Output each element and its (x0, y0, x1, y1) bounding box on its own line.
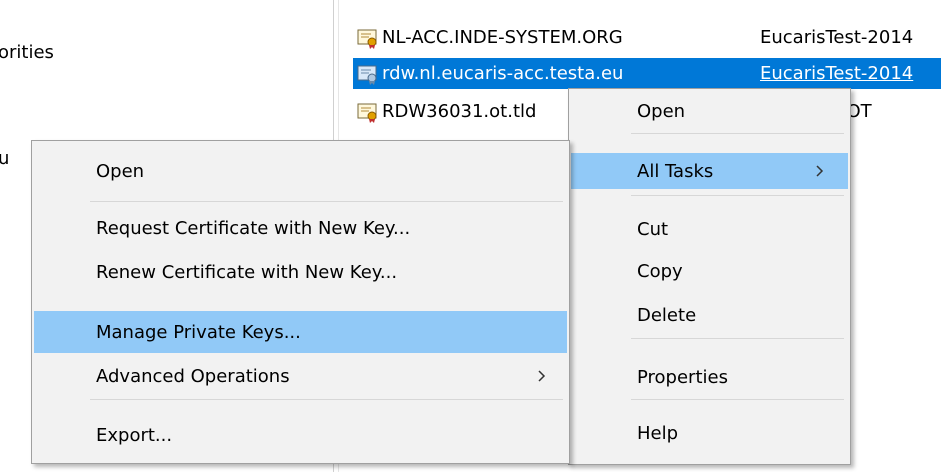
certificate-issuer: EucarisTest-2014 (760, 63, 914, 84)
certificate-icon (357, 29, 377, 49)
menu-item-label: Open (637, 100, 686, 122)
menu-item-label: Manage Private Keys... (96, 321, 301, 343)
menu-item-label: Open (96, 160, 145, 182)
menu-item-label: Copy (637, 260, 683, 282)
menu-item-delete[interactable]: Delete (571, 297, 848, 333)
certificate-icon (357, 65, 377, 85)
menu-item-help[interactable]: Help (571, 415, 848, 451)
certificate-row-selected[interactable]: rdw.nl.eucaris-acc.testa.eu EucarisTest-… (353, 58, 941, 89)
mmc-certificates-window: orities u NL-ACC.INDE-SYSTEM.ORG Eucaris… (0, 0, 941, 472)
menu-item-label: Properties (637, 366, 728, 388)
menu-item-label: Request Certificate with New Key... (96, 217, 411, 239)
menu-item-label: Renew Certificate with New Key... (96, 261, 398, 283)
menu-item-copy[interactable]: Copy (571, 253, 848, 289)
certificate-issuer: EucarisTest-2014 (760, 27, 914, 48)
menu-separator (631, 133, 844, 134)
menu-item-cut[interactable]: Cut (571, 211, 848, 247)
menu-item-label: Export... (96, 424, 173, 446)
chevron-right-icon (816, 165, 824, 177)
tree-node-authorities[interactable]: orities (0, 42, 54, 63)
menu-item-properties[interactable]: Properties (571, 359, 848, 395)
certificate-name: rdw.nl.eucaris-acc.testa.eu (382, 63, 624, 84)
context-menu: Open All Tasks Cut Copy Delete Propertie… (568, 88, 851, 465)
menu-item-advanced-operations[interactable]: Advanced Operations (34, 358, 567, 394)
menu-separator (631, 338, 844, 339)
menu-item-label: Cut (637, 218, 669, 240)
menu-item-request-certificate[interactable]: Request Certificate with New Key... (34, 210, 567, 246)
menu-separator (631, 195, 844, 196)
menu-item-label: Delete (637, 304, 697, 326)
menu-item-open[interactable]: Open (34, 153, 567, 189)
menu-separator (90, 399, 563, 400)
menu-item-all-tasks[interactable]: All Tasks (571, 153, 848, 189)
menu-item-label: Help (637, 422, 679, 444)
certificate-name: NL-ACC.INDE-SYSTEM.ORG (382, 27, 623, 48)
menu-item-renew-certificate[interactable]: Renew Certificate with New Key... (34, 254, 567, 290)
certificate-row[interactable]: NL-ACC.INDE-SYSTEM.ORG EucarisTest-2014 (353, 22, 941, 53)
menu-separator (90, 201, 563, 202)
menu-item-manage-private-keys[interactable]: Manage Private Keys... (34, 311, 567, 353)
certificate-icon (357, 103, 377, 123)
menu-item-export[interactable]: Export... (34, 417, 567, 453)
chevron-right-icon (538, 370, 546, 382)
menu-item-open[interactable]: Open (571, 93, 848, 129)
all-tasks-submenu: Open Request Certificate with New Key...… (31, 140, 570, 464)
menu-separator (631, 399, 844, 400)
tree-node-partial[interactable]: u (0, 148, 9, 169)
menu-item-label: All Tasks (637, 160, 714, 182)
menu-item-label: Advanced Operations (96, 365, 290, 387)
